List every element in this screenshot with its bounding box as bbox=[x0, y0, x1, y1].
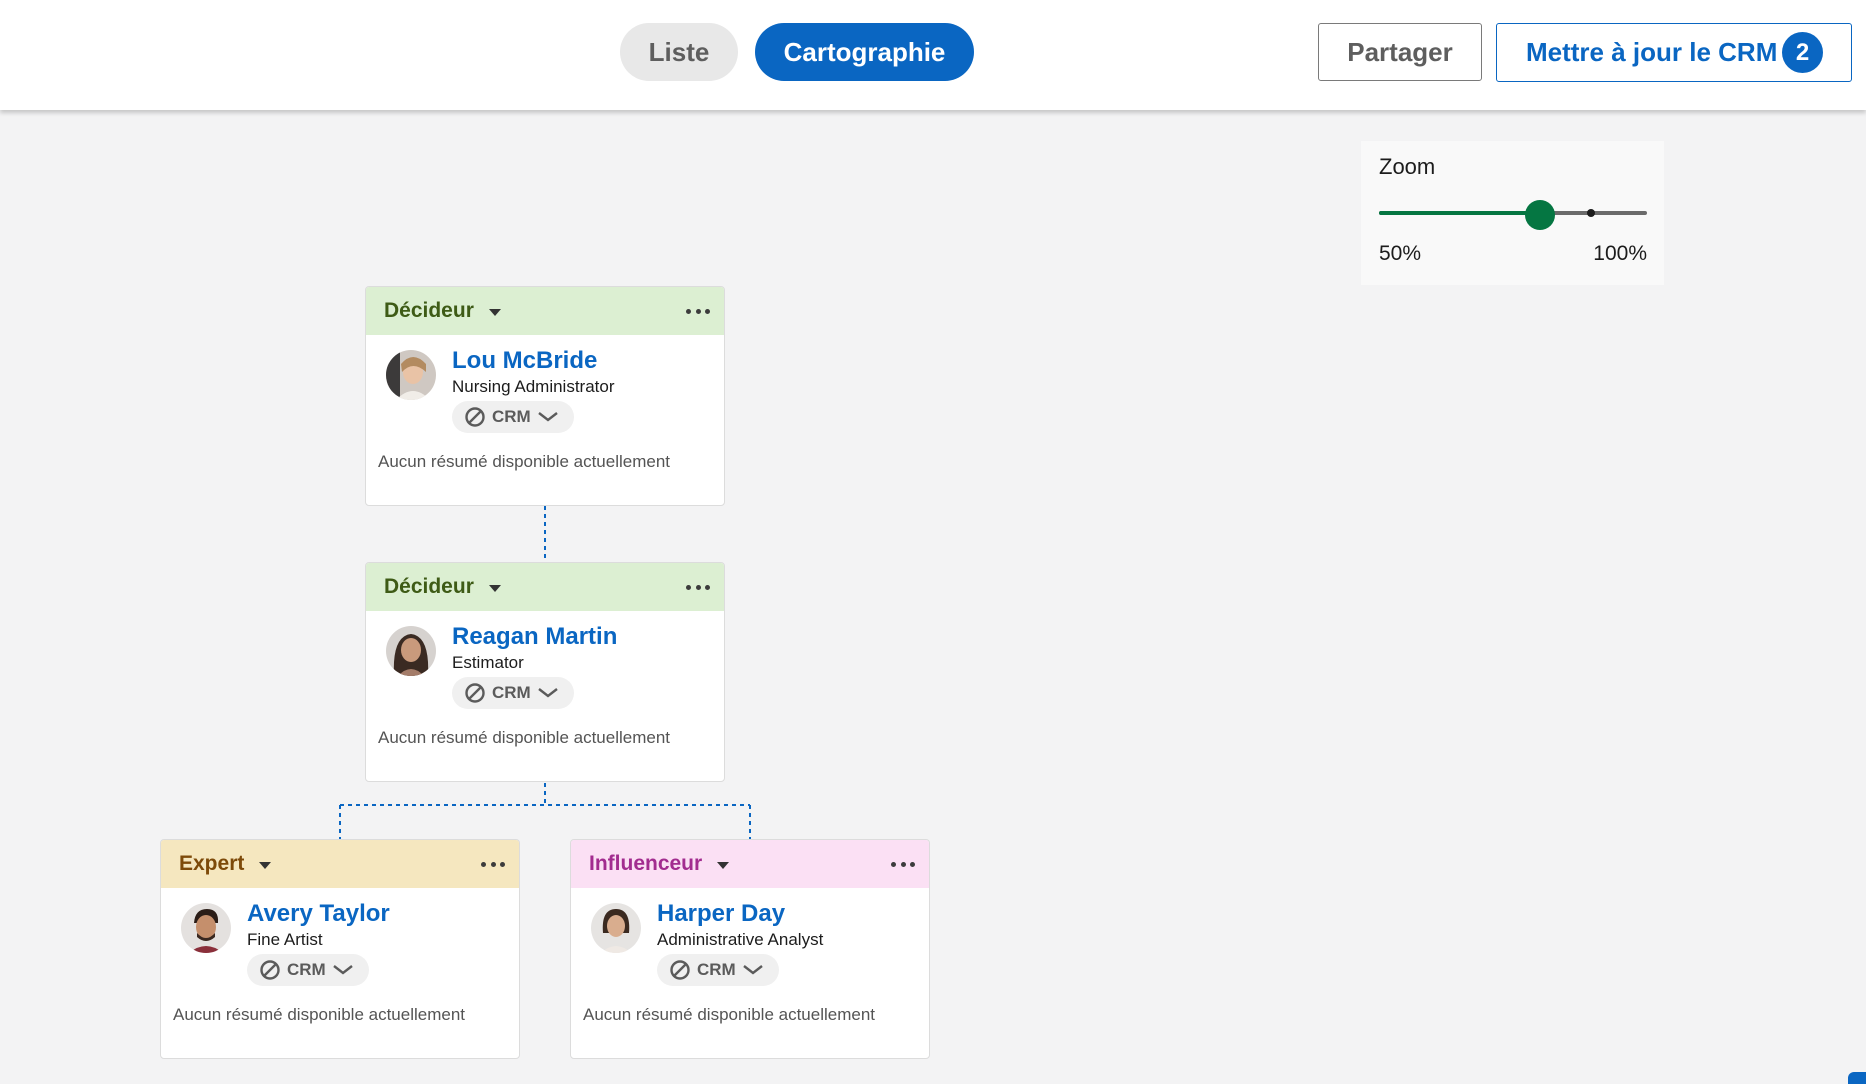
caret-down-icon bbox=[488, 308, 501, 316]
ban-icon bbox=[260, 960, 280, 980]
role-selector[interactable]: Décideur bbox=[366, 287, 724, 335]
more-options-icon[interactable] bbox=[686, 577, 710, 597]
crm-status-dropdown[interactable]: CRM bbox=[452, 677, 574, 709]
contact-title: Nursing Administrator bbox=[452, 377, 615, 396]
contact-name[interactable]: Lou McBride bbox=[452, 347, 597, 375]
crm-status-dropdown[interactable]: CRM bbox=[247, 954, 369, 986]
crm-status-dropdown[interactable]: CRM bbox=[657, 954, 779, 986]
more-options-icon[interactable] bbox=[686, 301, 710, 321]
crm-status-dropdown[interactable]: CRM bbox=[452, 401, 574, 433]
crm-label: CRM bbox=[697, 960, 736, 979]
share-button[interactable]: Partager bbox=[1318, 23, 1482, 81]
ban-icon bbox=[465, 407, 485, 427]
role-selector[interactable]: Expert bbox=[161, 840, 519, 888]
share-button-label: Partager bbox=[1347, 36, 1453, 67]
avatar bbox=[386, 350, 436, 400]
role-label: Influenceur bbox=[589, 852, 703, 875]
ban-icon bbox=[465, 683, 485, 703]
role-label: Décideur bbox=[384, 575, 474, 598]
role-label: Décideur bbox=[384, 299, 474, 322]
crm-label: CRM bbox=[492, 683, 531, 702]
role-selector[interactable]: Décideur bbox=[366, 563, 724, 611]
avatar bbox=[591, 903, 641, 953]
avatar bbox=[386, 626, 436, 676]
ban-icon bbox=[670, 960, 690, 980]
chevron-down-icon bbox=[537, 688, 558, 698]
update-crm-label: Mettre à jour le CRM bbox=[1526, 37, 1778, 67]
top-bar: Liste Cartographie Partager Mettre à jou… bbox=[0, 0, 1866, 110]
caret-down-icon bbox=[717, 861, 730, 869]
map-view-button[interactable]: Cartographie bbox=[755, 23, 974, 81]
caret-down-icon bbox=[488, 584, 501, 592]
caret-down-icon bbox=[259, 861, 272, 869]
update-crm-count-badge: 2 bbox=[1782, 32, 1823, 73]
more-options-icon[interactable] bbox=[481, 854, 505, 874]
contact-title: Estimator bbox=[452, 653, 524, 672]
contact-name[interactable]: Reagan Martin bbox=[452, 623, 617, 651]
contact-summary: Aucun résumé disponible actuellement bbox=[173, 1005, 466, 1024]
contact-card-harper-day[interactable]: Influenceur Harper Day Administrative An… bbox=[570, 839, 930, 1059]
more-options-icon[interactable] bbox=[891, 854, 915, 874]
contact-summary: Aucun résumé disponible actuellement bbox=[583, 1005, 876, 1024]
chevron-down-icon bbox=[537, 412, 558, 422]
contact-title: Administrative Analyst bbox=[657, 930, 824, 949]
contact-card-lou-mcbride[interactable]: Décideur Lou McBride Nursing Administrat… bbox=[365, 286, 725, 506]
contact-summary: Aucun résumé disponible actuellement bbox=[378, 728, 671, 747]
contact-name[interactable]: Avery Taylor bbox=[247, 900, 390, 928]
chevron-down-icon bbox=[742, 965, 763, 975]
contact-card-reagan-martin[interactable]: Décideur Reagan Martin Estimator CRM Auc… bbox=[365, 562, 725, 782]
contact-title: Fine Artist bbox=[247, 930, 323, 949]
contact-card-avery-taylor[interactable]: Expert Avery Taylor Fine Artist CRM Aucu… bbox=[160, 839, 520, 1059]
chevron-down-icon bbox=[332, 965, 353, 975]
contact-name[interactable]: Harper Day bbox=[657, 900, 785, 928]
avatar bbox=[181, 903, 231, 953]
update-crm-button[interactable]: Mettre à jour le CRM 2 bbox=[1496, 23, 1852, 82]
crm-label: CRM bbox=[287, 960, 326, 979]
contact-summary: Aucun résumé disponible actuellement bbox=[378, 452, 671, 471]
list-view-button[interactable]: Liste bbox=[620, 23, 738, 81]
crm-label: CRM bbox=[492, 407, 531, 426]
role-label: Expert bbox=[179, 852, 245, 875]
role-selector[interactable]: Influenceur bbox=[571, 840, 929, 888]
